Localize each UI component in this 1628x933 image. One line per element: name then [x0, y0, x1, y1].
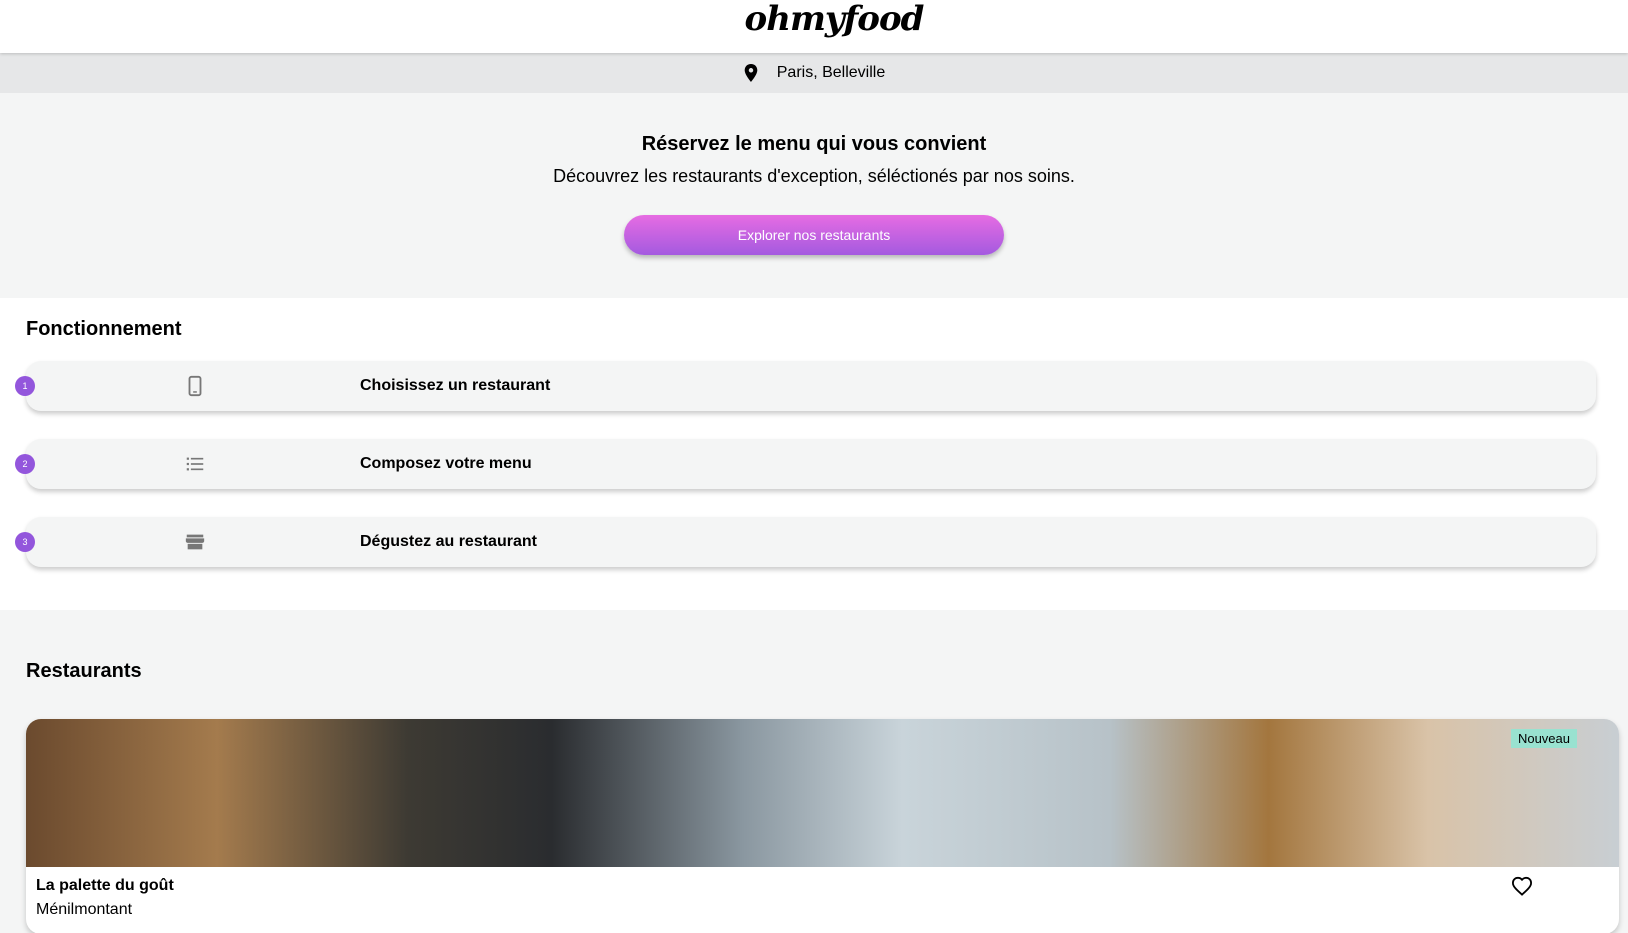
location-bar: Paris, Belleville: [0, 53, 1628, 93]
restaurant-image[interactable]: Nouveau: [26, 719, 1619, 867]
header: ohmyfood: [0, 0, 1628, 53]
step-number: 3: [15, 532, 35, 552]
storefront-icon: [183, 530, 207, 554]
step-number: 2: [15, 454, 35, 474]
how-it-works-section: Fonctionnement 1 Choisissez un restauran…: [0, 298, 1628, 610]
step-compose-menu: 2 Composez votre menu: [15, 439, 1596, 489]
how-it-works-title: Fonctionnement: [26, 318, 182, 340]
step-taste-restaurant: 3 Dégustez au restaurant: [15, 517, 1596, 567]
mobile-phone-icon: [183, 374, 207, 398]
restaurant-card-body: La palette du goût Ménilmontant: [26, 867, 1619, 933]
step-choose-restaurant: 1 Choisissez un restaurant: [15, 361, 1596, 411]
hero-subtitle: Découvrez les restaurants d'exception, s…: [553, 166, 1075, 186]
explore-restaurants-button[interactable]: Explorer nos restaurants: [624, 215, 1004, 255]
step-label: Choisissez un restaurant: [360, 377, 551, 394]
list-icon: [183, 452, 207, 476]
step-label: Dégustez au restaurant: [360, 533, 537, 550]
location-text: Paris, Belleville: [776, 64, 886, 81]
restaurants-section: Restaurants Nouveau La palette du goût M…: [0, 610, 1628, 933]
restaurants-title: Restaurants: [26, 660, 142, 682]
steps-list: 1 Choisissez un restaurant 2 Composez vo…: [15, 361, 1602, 567]
hero-title: Réservez le menu qui vous convient: [641, 133, 987, 155]
hero-section: Réservez le menu qui vous convient Décou…: [0, 93, 1628, 298]
step-number: 1: [15, 376, 35, 396]
logo[interactable]: ohmyfood: [745, 0, 925, 39]
map-pin-icon: [743, 64, 759, 82]
heart-icon[interactable]: [1511, 876, 1533, 896]
restaurant-area: Ménilmontant: [36, 901, 133, 918]
restaurant-name: La palette du goût: [36, 877, 174, 894]
step-label: Composez votre menu: [360, 455, 532, 472]
restaurant-card[interactable]: Nouveau La palette du goût Ménilmontant: [26, 719, 1619, 933]
new-badge: Nouveau: [1510, 729, 1577, 748]
